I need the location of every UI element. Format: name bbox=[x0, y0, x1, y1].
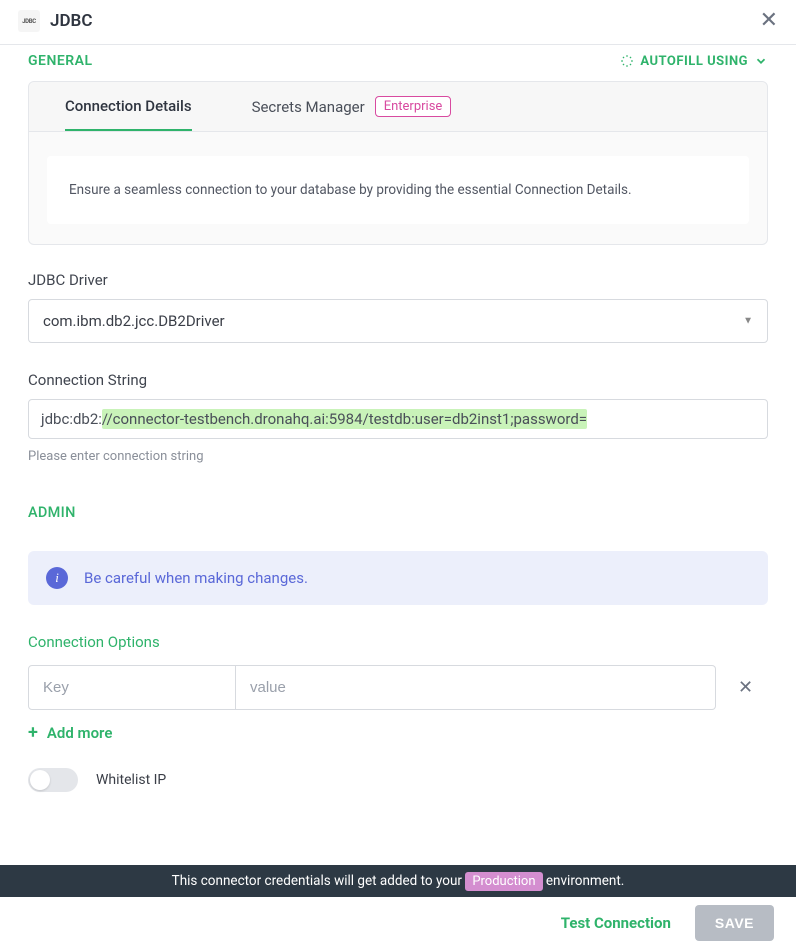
enterprise-badge: Enterprise bbox=[375, 96, 452, 117]
connection-string-note: Please enter connection string bbox=[28, 449, 768, 464]
chevron-down-icon: ▼ bbox=[743, 316, 753, 327]
info-icon: i bbox=[46, 567, 68, 589]
autofill-label: AUTOFILL USING bbox=[640, 54, 748, 69]
jdbc-driver-value: com.ibm.db2.jcc.DB2Driver bbox=[43, 312, 225, 330]
add-more-button[interactable]: + Add more bbox=[28, 724, 768, 742]
wand-icon bbox=[620, 54, 634, 68]
general-section-header: GENERAL AUTOFILL USING bbox=[28, 53, 768, 69]
jdbc-driver-select[interactable]: com.ibm.db2.jcc.DB2Driver ▼ bbox=[28, 299, 768, 343]
whitelist-ip-toggle[interactable] bbox=[28, 768, 78, 792]
connection-option-key-input[interactable] bbox=[28, 665, 236, 710]
connstr-prefix: jdbc:db2: bbox=[41, 410, 102, 428]
jdbc-driver-label: JDBC Driver bbox=[28, 271, 768, 289]
connection-card: Connection Details Secrets Manager Enter… bbox=[28, 81, 768, 245]
whitelist-ip-row: Whitelist IP bbox=[28, 768, 768, 792]
admin-label: ADMIN bbox=[28, 504, 768, 521]
dialog-header: JDBC JDBC ✕ bbox=[0, 0, 796, 45]
save-button[interactable]: SAVE bbox=[695, 905, 774, 941]
toggle-knob bbox=[30, 770, 50, 790]
tabs: Connection Details Secrets Manager Enter… bbox=[29, 82, 767, 132]
production-badge: Production bbox=[465, 872, 542, 891]
plus-icon: + bbox=[28, 724, 38, 742]
tab-connection-details-label: Connection Details bbox=[65, 97, 192, 115]
chevron-down-icon bbox=[754, 54, 768, 68]
add-more-label: Add more bbox=[47, 724, 112, 742]
tab-secrets-manager-label: Secrets Manager bbox=[252, 98, 365, 116]
header-left: JDBC JDBC bbox=[18, 10, 92, 32]
remove-option-icon[interactable]: ✕ bbox=[738, 677, 753, 698]
close-icon[interactable]: ✕ bbox=[760, 10, 778, 32]
logo-text: JDBC bbox=[22, 18, 36, 25]
test-connection-button[interactable]: Test Connection bbox=[561, 914, 671, 932]
whitelist-ip-label: Whitelist IP bbox=[96, 772, 166, 788]
admin-alert: i Be careful when making changes. bbox=[28, 551, 768, 605]
connection-option-row: ✕ bbox=[28, 665, 768, 710]
connection-options-label: Connection Options bbox=[28, 633, 768, 651]
env-bar-suffix: environment. bbox=[543, 873, 625, 889]
connection-string-label: Connection String bbox=[28, 371, 768, 389]
tab-secrets-manager[interactable]: Secrets Manager Enterprise bbox=[252, 96, 452, 131]
env-bar-prefix: This connector credentials will get adde… bbox=[172, 873, 466, 889]
connection-hint: Ensure a seamless connection to your dat… bbox=[47, 156, 749, 224]
connection-option-value-input[interactable] bbox=[236, 665, 716, 710]
dialog-footer: Test Connection SAVE bbox=[0, 897, 796, 949]
tab-connection-details[interactable]: Connection Details bbox=[65, 96, 192, 131]
connstr-highlight: //connector-testbench.dronahq.ai:5984/te… bbox=[102, 409, 587, 429]
autofill-using-button[interactable]: AUTOFILL USING bbox=[620, 54, 768, 69]
general-label: GENERAL bbox=[28, 53, 93, 69]
connection-string-input[interactable]: jdbc:db2://connector-testbench.dronahq.a… bbox=[28, 399, 768, 439]
admin-alert-text: Be careful when making changes. bbox=[84, 569, 308, 587]
dialog-title: JDBC bbox=[50, 11, 92, 31]
environment-bar: This connector credentials will get adde… bbox=[0, 865, 796, 897]
connector-logo: JDBC bbox=[18, 10, 40, 32]
